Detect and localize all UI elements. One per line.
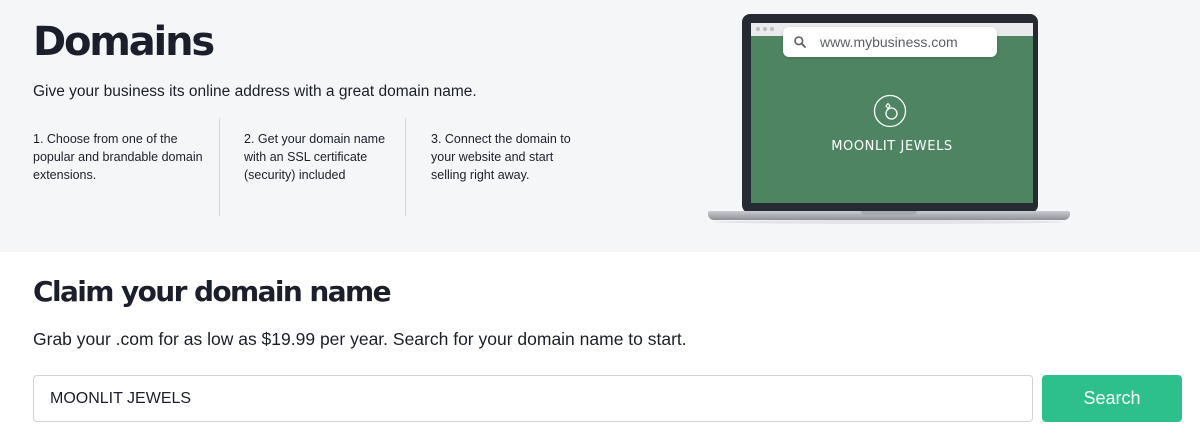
- steps-list: 1. Choose from one of the popular and br…: [33, 118, 585, 216]
- step-item: 2. Get your domain name with an SSL cert…: [219, 118, 405, 216]
- search-button[interactable]: Search: [1042, 375, 1182, 422]
- laptop-illustration: www.mybusiness.com MOONLIT JEWELS: [708, 14, 1070, 228]
- brand-name: MOONLIT JEWELS: [831, 139, 953, 154]
- browser-dots: [756, 27, 774, 31]
- laptop-screen: www.mybusiness.com MOONLIT JEWELS: [751, 23, 1033, 203]
- domain-search-input[interactable]: [33, 375, 1033, 422]
- hero-section: Domains Give your business its online ad…: [0, 0, 1200, 252]
- search-icon: [794, 36, 806, 48]
- url-text: www.mybusiness.com: [820, 34, 958, 50]
- laptop-notch: [861, 211, 917, 215]
- page-subtitle: Give your business its online address wi…: [33, 83, 477, 100]
- ring-logo-icon: [873, 94, 907, 128]
- claim-title: Claim your domain name: [33, 275, 392, 308]
- laptop-shadow: [714, 220, 1064, 224]
- url-bar: www.mybusiness.com: [783, 27, 997, 57]
- step-item: 3. Connect the domain to your website an…: [405, 118, 585, 216]
- claim-description: Grab your .com for as low as $19.99 per …: [33, 329, 687, 349]
- step-item: 1. Choose from one of the popular and br…: [33, 132, 203, 182]
- page-title: Domains: [33, 19, 215, 65]
